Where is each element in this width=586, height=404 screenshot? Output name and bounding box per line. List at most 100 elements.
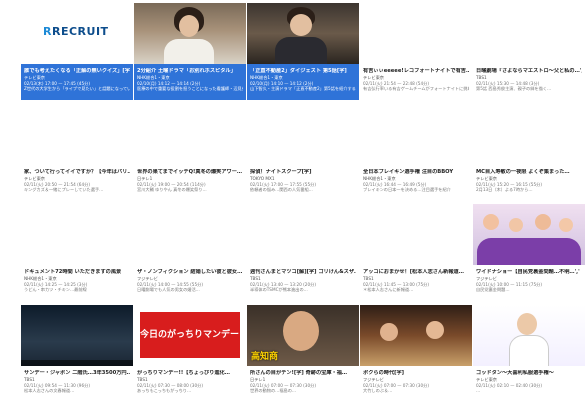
program-tile[interactable]: ドキュメント72時間 いただきますの風景 NHK総合1・東京 02/11(火) …: [21, 204, 133, 301]
program-tile[interactable]: RRECRUIT 誰でも考えたくなる「正解の無いクイズ」[字] テレビ東京 02…: [21, 3, 133, 100]
program-info: 家、ついて行ってイイですか？【今年はバリ… テレビ東京 02/11(火) 20:…: [21, 165, 133, 201]
program-title: 「正直不動産2」ダイジェスト 第5話[字]: [250, 68, 347, 74]
thumbnail: [21, 104, 133, 165]
program-title: サンデー・ジャポン 二階氏…3年3500万円…: [24, 370, 130, 376]
program-title: ボクらの時代[字]: [363, 370, 405, 376]
program-desc: 宮川大輔 ゆりやん 真冬の爆笑祭り…: [137, 187, 207, 193]
program-title: 2分紹介 土曜ドラマ「お別れホスピタル」: [137, 68, 236, 74]
program-info: 所さんの目がテン![字] 奇跡の宝庫・福… 日テレ1 02/11(火) 07:0…: [247, 366, 359, 402]
thumbnail: [21, 305, 133, 366]
program-desc: 2月13日（木）よる7時から…: [476, 187, 533, 193]
thumbnail: [247, 104, 359, 165]
program-tile[interactable]: 日曜劇場『さよならマエストロ～父と私の…',' TBS1 02/11(火) 15…: [473, 3, 585, 100]
program-tile[interactable]: 週刊さんまとマツコ[解][字] ゴリけん&スザ… TBS1 02/11(火) 1…: [247, 204, 359, 301]
thumbnail: [360, 3, 472, 64]
thumbnail: [21, 204, 133, 265]
program-tile[interactable]: ワイドナショー【自民党裏金問題…不明…',' フジテレビ 02/11(火) 10…: [473, 204, 585, 301]
program-tile[interactable]: 探偵！ナイトスクープ[字] TOKYO MX1 02/11(火) 17:00 —…: [247, 104, 359, 201]
program-title: 探偵！ナイトスクープ[字]: [250, 169, 312, 175]
program-tile[interactable]: 今日のがっちりマンデー!! がっちりマンデー!!【ちょっぴり進化… TBS1 0…: [134, 305, 246, 402]
title-card-text: 今日のがっちりマンデー!!: [140, 330, 246, 340]
thumbnail: [473, 204, 585, 265]
program-desc: 医療の中で重要な役割を担うことになった看護師・辺見歩（岸井ゆきの）はど…: [137, 86, 243, 92]
thumbnail: [134, 204, 246, 265]
thumbnail: [247, 204, 359, 265]
program-title: アッコにおまかせ！[松本人志さん新報道…: [363, 269, 464, 275]
program-tile[interactable]: ザ・ノンフィクション 結婚したい彼と彼女… フジテレビ 02/11(火) 14:…: [134, 204, 246, 301]
thumbnail: [134, 3, 246, 64]
program-info: ザ・ノンフィクション 結婚したい彼と彼女… フジテレビ 02/11(火) 14:…: [134, 265, 246, 301]
program-title: ザ・ノンフィクション 結婚したい彼と彼女…: [137, 269, 243, 275]
program-info: 誰でも考えたくなる「正解の無いクイズ」[字] テレビ東京 02/13(木) 17…: [21, 64, 133, 100]
thumbnail: 高知商: [247, 305, 359, 366]
program-desc: 第5話 西島秀俊主演、親子の絆を描く…: [476, 86, 552, 92]
thumbnail: [360, 204, 472, 265]
program-desc: ＊松本人志さんに新報道…: [363, 287, 414, 293]
thumbnail: [360, 305, 472, 366]
recruit-logo: RRECRUIT: [43, 25, 109, 38]
program-info: ドキュメント72時間 いただきますの風景 NHK総合1・東京 02/11(火) …: [21, 265, 133, 301]
program-desc: 世界の動物の…福島の…: [250, 388, 297, 394]
program-title: 誰でも考えたくなる「正解の無いクイズ」[字]: [24, 68, 130, 74]
thumbnail: [360, 104, 472, 165]
program-title: 所さんの目がテン![字] 奇跡の宝庫・福…: [250, 370, 348, 376]
program-info: ボクらの時代[字] フジテレビ 02/11(火) 07:00 — 07:30 (…: [360, 366, 472, 402]
program-title: MC目入寿敏の一夜限 よくぞ集まった…: [476, 169, 570, 175]
program-info: 全日本ブレイキン選手権 注目のBBOY NHK総合1・東京 02/11(火) 1…: [360, 165, 472, 201]
program-desc: 日曜劇場でも人気の男女の婚活…: [137, 287, 200, 293]
program-info: ワイドナショー【自民党裏金問題…不明…',' フジテレビ 02/11(火) 10…: [473, 265, 585, 301]
program-desc: 有吉弘行率いる有吉ゲームチームがフォートナイトに挑む…: [363, 86, 469, 92]
program-desc: 依頼者の悩み…関西の人気番組…: [250, 187, 313, 193]
program-title: 日曜劇場『さよならマエストロ～父と私の…',': [476, 68, 582, 74]
program-desc: Z世代の大学生から「ライブで見たい」と話題になっているクイズ番組「…: [24, 86, 130, 92]
program-desc: ブレイキンの日本一を決める…注目選手を紹介: [363, 187, 451, 193]
program-tile[interactable]: 家、ついて行ってイイですか？【今年はバリ… テレビ東京 02/11(火) 20:…: [21, 104, 133, 201]
program-info: MC目入寿敏の一夜限 よくぞ集まった… テレビ東京 02/11(火) 15:20…: [473, 165, 585, 201]
program-desc: 半導体のTSMCが熊本進出の…: [250, 287, 308, 293]
program-title: ドキュメント72時間 いただきますの風景: [24, 269, 122, 275]
program-tile[interactable]: 「正直不動産2」ダイジェスト 第5話[字] NHK総合1・東京 02/10(月)…: [247, 3, 359, 100]
program-title: 全日本ブレイキン選手権 注目のBBOY: [363, 169, 454, 175]
program-desc: 山下智久・主演ドラマ「正直不動産2」第5話を紹介する、5分で見るダイジェスト。: [250, 86, 356, 92]
thumbnail: [247, 3, 359, 64]
program-info: ゴッドタン～大喜利私服選手権～ テレビ東京 02/11(火) 02:10 — 0…: [473, 366, 585, 402]
program-desc: 大竹しのぶ＆…: [363, 388, 393, 394]
program-title: 週刊さんまとマツコ[解][字] ゴリけん&スザ…: [250, 269, 356, 275]
program-title: 家、ついて行ってイイですか？【今年はバリ…: [24, 169, 130, 175]
program-desc: 自民党裏金問題…: [476, 287, 510, 293]
program-desc: …: [476, 388, 481, 394]
thumbnail: [134, 104, 246, 165]
program-desc: あっちもこっちもがっちり…: [137, 388, 192, 394]
thumbnail: [473, 104, 585, 165]
program-tile[interactable]: サンデー・ジャポン 二階氏…3年3500万円… TBS1 02/11(火) 09…: [21, 305, 133, 402]
program-tile[interactable]: 有吉ぃぃeeeee!レコフォートナイトで有吉… テレビ東京 02/11(火) 2…: [360, 3, 472, 100]
program-tile[interactable]: MC目入寿敏の一夜限 よくぞ集まった… テレビ東京 02/11(火) 15:20…: [473, 104, 585, 201]
program-info: 2分紹介 土曜ドラマ「お別れホスピタル」 NHK総合1・東京 02/10(月) …: [134, 64, 246, 100]
program-tile[interactable]: 2分紹介 土曜ドラマ「お別れホスピタル」 NHK総合1・東京 02/10(月) …: [134, 3, 246, 100]
program-desc: キングカズ＆一緒にプレーしていた選手…: [24, 187, 104, 193]
program-tile[interactable]: アッコにおまかせ！[松本人志さん新報道… TBS1 02/11(火) 11:45…: [360, 204, 472, 301]
program-tile[interactable]: 高知商 所さんの目がテン![字] 奇跡の宝庫・福… 日テレ1 02/11(火) …: [247, 305, 359, 402]
thumbnail: RRECRUIT: [21, 3, 133, 64]
program-tile[interactable]: ボクらの時代[字] フジテレビ 02/11(火) 07:00 — 07:30 (…: [360, 305, 472, 402]
program-info: 週刊さんまとマツコ[解][字] ゴリけん&スザ… TBS1 02/11(火) 1…: [247, 265, 359, 301]
program-info: 有吉ぃぃeeeee!レコフォートナイトで有吉… テレビ東京 02/11(火) 2…: [360, 64, 472, 100]
program-info: がっちりマンデー!!【ちょっぴり進化… TBS1 02/11(火) 07:30 …: [134, 366, 246, 402]
program-title: ワイドナショー【自民党裏金問題…不明…',': [476, 269, 580, 275]
program-info: 日曜劇場『さよならマエストロ～父と私の…',' TBS1 02/11(火) 15…: [473, 64, 585, 100]
program-tile[interactable]: ゴッドタン～大喜利私服選手権～ テレビ東京 02/11(火) 02:10 — 0…: [473, 305, 585, 402]
program-title: 世界の果てまでイッテQ!真冬の爆笑アワー…: [137, 169, 243, 175]
program-tile[interactable]: 世界の果てまでイッテQ!真冬の爆笑アワー… 日テレ1 02/11(火) 19:0…: [134, 104, 246, 201]
program-title: ゴッドタン～大喜利私服選手権～: [476, 370, 554, 376]
program-desc: うどん・串カツ・チキン…最前線: [24, 287, 87, 293]
program-title: がっちりマンデー!!【ちょっぴり進化…: [137, 370, 230, 376]
program-title: 有吉ぃぃeeeee!レコフォートナイトで有吉…: [363, 68, 469, 74]
thumbnail: [473, 305, 585, 366]
program-info: 「正直不動産2」ダイジェスト 第5話[字] NHK総合1・東京 02/10(月)…: [247, 64, 359, 100]
program-tile[interactable]: 全日本ブレイキン選手権 注目のBBOY NHK総合1・東京 02/11(火) 1…: [360, 104, 472, 201]
thumbnail: 今日のがっちりマンデー!!: [134, 305, 246, 366]
thumbnail: [473, 3, 585, 64]
program-info: サンデー・ジャポン 二階氏…3年3500万円… TBS1 02/11(火) 09…: [21, 366, 133, 402]
program-info: アッコにおまかせ！[松本人志さん新報道… TBS1 02/11(火) 11:45…: [360, 265, 472, 301]
program-info: 世界の果てまでイッテQ!真冬の爆笑アワー… 日テレ1 02/11(火) 19:0…: [134, 165, 246, 201]
